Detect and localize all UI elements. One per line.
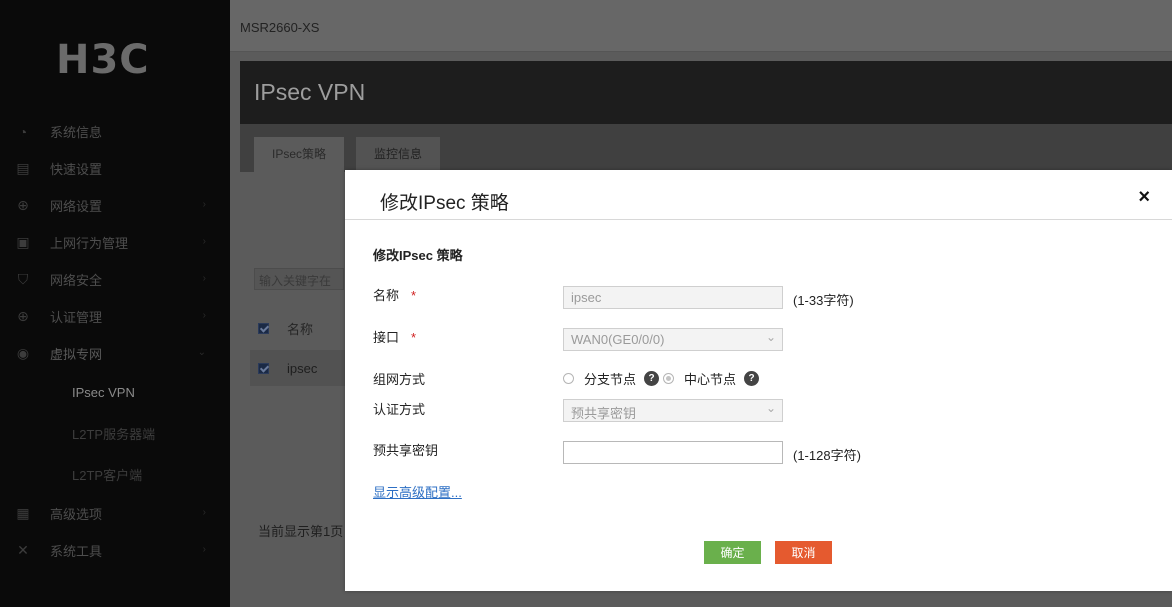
row-name: ipsec <box>287 360 318 376</box>
help-icon[interactable]: ? <box>744 371 760 386</box>
globe-lock-icon: ⊕ <box>17 308 29 324</box>
document-icon: ▤ <box>16 160 30 176</box>
chevron-down-icon: ⌄ <box>197 347 206 358</box>
chevron-right-icon: › <box>202 199 206 210</box>
sidebar-item-vpn[interactable]: ◉ 虚拟专网 ⌄ <box>0 335 230 372</box>
psk-length-hint: (1-128字符) <box>793 448 861 463</box>
chevron-right-icon: › <box>202 236 206 247</box>
interface-label: 接口 * <box>373 327 416 346</box>
sidebar-subitem-l2tp-server[interactable]: L2TP服务器端 <box>0 413 230 454</box>
sidebar-item-label: 快速设置 <box>50 162 103 177</box>
sidebar-item-label: 高级选项 <box>50 507 103 522</box>
chevron-right-icon: › <box>202 507 206 518</box>
sidebar-item-label: 系统工具 <box>50 544 103 559</box>
required-mark: * <box>411 288 417 303</box>
sidebar-item-auth-mgmt[interactable]: ⊕ 认证管理 › <box>0 298 230 335</box>
form-section-title: 修改IPsec 策略 <box>373 248 463 263</box>
table-header: 名称 <box>250 310 345 346</box>
help-icon[interactable]: ? <box>644 371 660 386</box>
device-model: MSR2660-XS <box>240 20 320 35</box>
sidebar-subitem-l2tp-client[interactable]: L2TP客户端 <box>0 454 230 495</box>
shield-icon: ⛉ <box>17 271 29 287</box>
dialog-header: 修改IPsec 策略 × <box>345 170 1172 220</box>
auth-mode-select[interactable]: 预共享密钥 <box>563 399 783 422</box>
network-mode-radio-group: 分支节点 ? 中心节点 ? <box>563 369 763 388</box>
psk-field[interactable] <box>563 441 783 464</box>
confirm-button[interactable]: 确定 <box>704 541 761 564</box>
sidebar-item-system-tools[interactable]: ✕ 系统工具 › <box>0 532 230 569</box>
sidebar-item-advanced[interactable]: ▦ 高级选项 › <box>0 495 230 532</box>
sidebar-subitem-ipsec-vpn[interactable]: IPsec VPN <box>0 372 230 413</box>
show-advanced-link[interactable]: 显示高级配置... <box>373 482 462 501</box>
page-title: IPsec VPN <box>254 79 366 105</box>
sidebar-item-network-security[interactable]: ⛉ 网络安全 › <box>0 261 230 298</box>
cancel-button[interactable]: 取消 <box>775 541 832 564</box>
table-row[interactable]: ipsec <box>250 350 345 386</box>
name-label: 名称 * <box>373 285 416 304</box>
top-bar: MSR2660-XS <box>230 0 1172 52</box>
page-header: IPsec VPN <box>240 61 1172 124</box>
sidebar-item-network-settings[interactable]: ⊕ 网络设置 › <box>0 187 230 224</box>
clipboard-icon: ▣ <box>16 234 30 250</box>
sidebar-item-label: 认证管理 <box>50 310 103 325</box>
pagination-status: 当前显示第1页 <box>258 524 344 539</box>
search-input[interactable]: 输入关键字在 <box>254 268 344 290</box>
network-mode-label: 组网方式 <box>373 372 426 387</box>
branch-node-label: 分支节点 <box>584 372 637 387</box>
close-icon[interactable]: × <box>1138 186 1150 209</box>
tab-monitor-info[interactable]: 监控信息 <box>356 137 441 172</box>
vpn-globe-icon: ◉ <box>16 345 30 361</box>
center-node-radio[interactable] <box>663 373 675 384</box>
center-node-label: 中心节点 <box>684 372 737 387</box>
chevron-right-icon: › <box>202 544 206 555</box>
name-length-hint: (1-33字符) <box>793 293 854 308</box>
sidebar-item-system-info[interactable]: ◔ 系统信息 <box>0 113 230 150</box>
sidebar-item-quick-setup[interactable]: ▤ 快速设置 <box>0 150 230 187</box>
edit-ipsec-policy-dialog: 修改IPsec 策略 × 修改IPsec 策略 名称 * (1-33字符) 接口 *… <box>345 170 1172 591</box>
grid-icon: ▦ <box>16 505 30 521</box>
h3c-logo: H3C <box>56 37 150 83</box>
sidebar: H3C ◔ 系统信息 ▤ 快速设置 ⊕ 网络设置 › ▣ 上网行为管理 › ⛉ … <box>0 0 230 607</box>
interface-select[interactable]: WAN0(GE0/0/0) <box>563 328 783 351</box>
tab-ipsec-policy[interactable]: IPsec策略 <box>254 137 345 172</box>
select-all-checkbox[interactable] <box>258 322 269 334</box>
gauge-icon: ◔ <box>18 123 28 140</box>
column-header-name: 名称 <box>287 321 314 337</box>
branch-node-radio[interactable] <box>563 373 574 384</box>
name-label-text: 名称 <box>373 288 400 303</box>
required-mark: * <box>411 330 417 345</box>
tab-bar: IPsec策略 监控信息 <box>240 124 1172 172</box>
sidebar-item-label: 系统信息 <box>50 125 103 140</box>
sidebar-item-label: 上网行为管理 <box>50 236 129 251</box>
sidebar-item-label: 网络安全 <box>50 273 103 288</box>
row-checkbox[interactable] <box>258 362 269 374</box>
sidebar-item-label: 网络设置 <box>50 199 103 214</box>
auth-mode-label: 认证方式 <box>373 402 426 417</box>
sidebar-item-behavior-mgmt[interactable]: ▣ 上网行为管理 › <box>0 224 230 261</box>
psk-label: 预共享密钥 <box>373 443 439 458</box>
sidebar-item-label: 虚拟专网 <box>50 347 103 362</box>
sidebar-nav: ◔ 系统信息 ▤ 快速设置 ⊕ 网络设置 › ▣ 上网行为管理 › ⛉ 网络安全… <box>0 113 230 569</box>
globe-icon: ⊕ <box>17 197 29 213</box>
policy-name-field[interactable] <box>563 286 783 309</box>
dialog-title: 修改IPsec 策略 <box>380 193 509 214</box>
chevron-right-icon: › <box>202 310 206 321</box>
interface-label-text: 接口 <box>373 330 400 345</box>
tools-icon: ✕ <box>17 542 29 558</box>
chevron-right-icon: › <box>202 273 206 284</box>
